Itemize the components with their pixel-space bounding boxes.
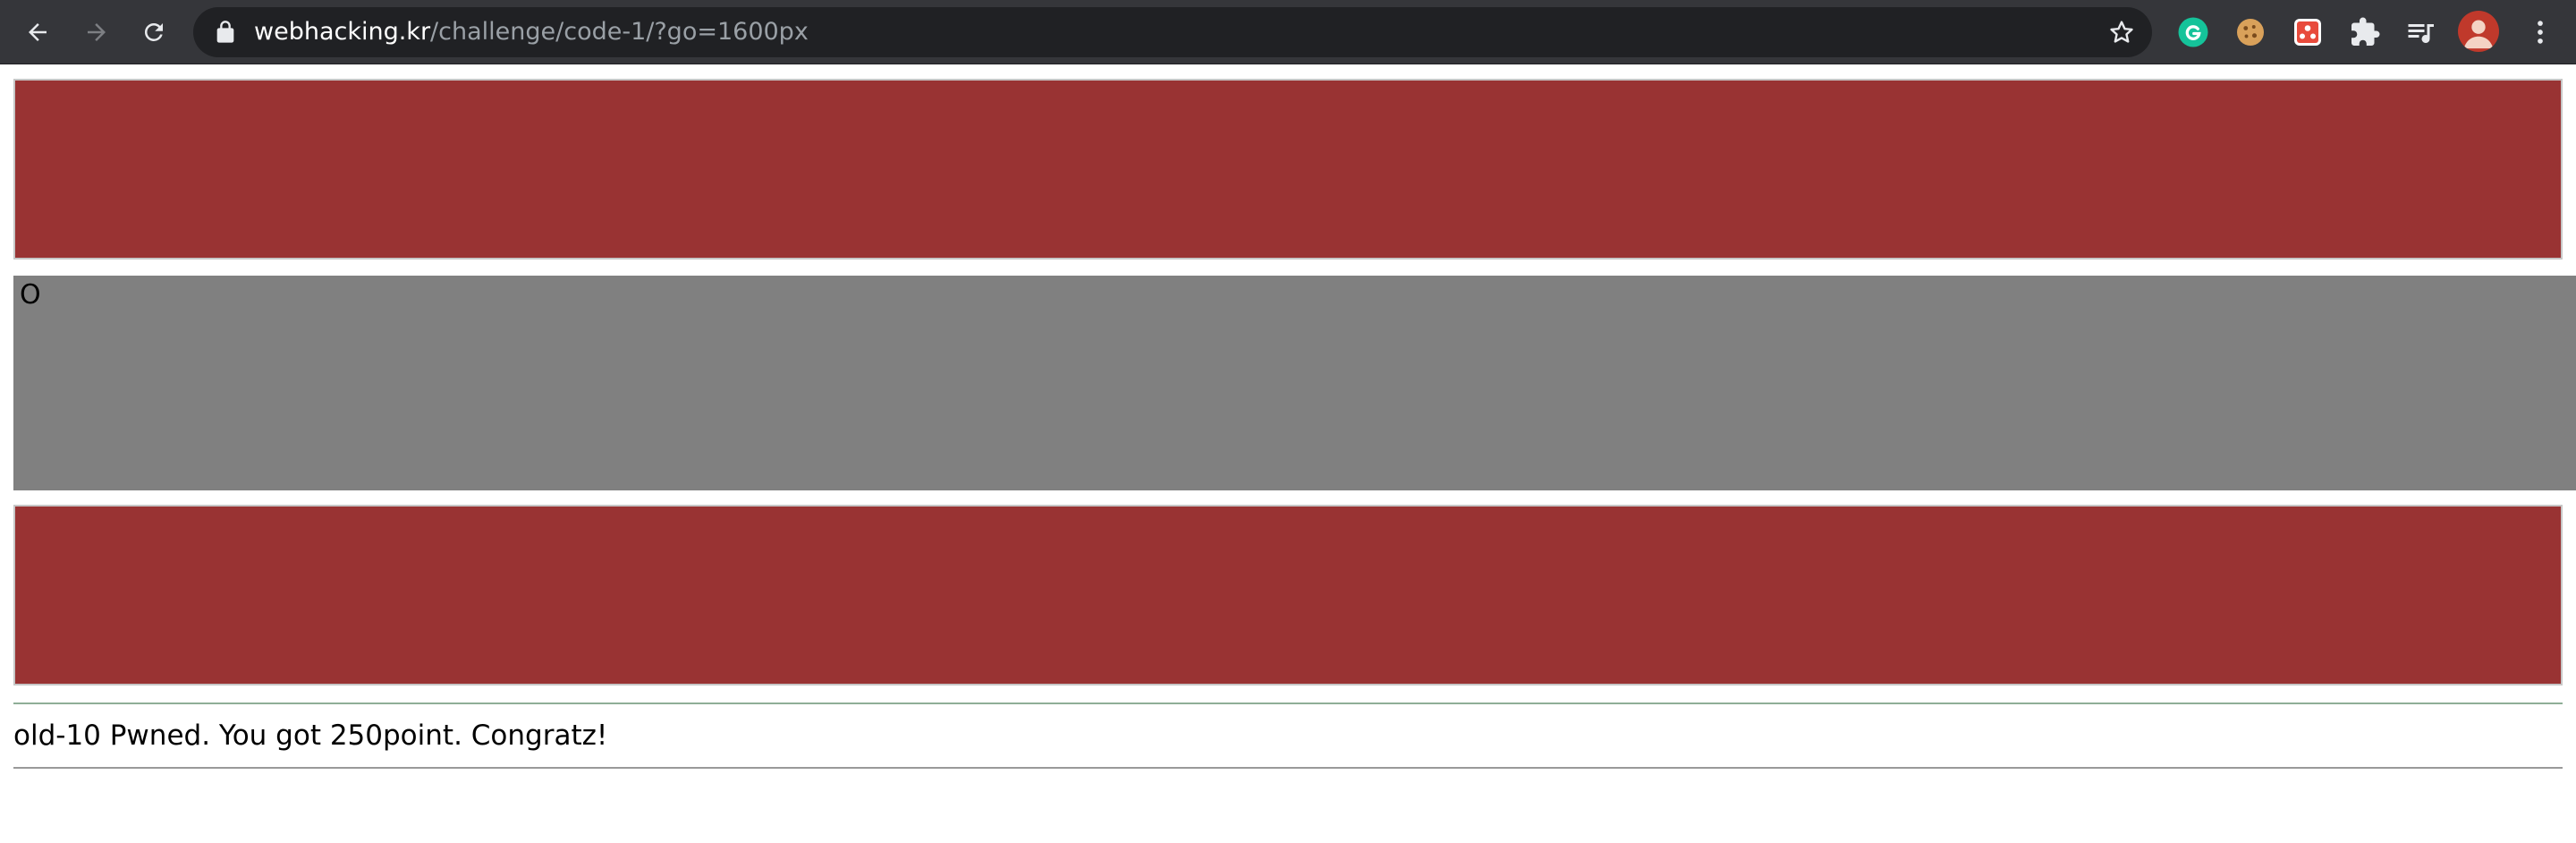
red-extension[interactable] [2290, 14, 2326, 50]
grammarly-extension[interactable] [2175, 14, 2211, 50]
divider-bottom [13, 767, 2563, 769]
menu-icon [2538, 21, 2543, 44]
back-button[interactable] [18, 13, 57, 52]
address-bar[interactable]: webhacking.kr/challenge/code-1/?go=1600p… [193, 7, 2152, 57]
runner-link[interactable]: O [20, 279, 41, 311]
profile-icon [2463, 20, 2494, 49]
puzzle-icon [2351, 17, 2380, 46]
media-control-button[interactable] [2402, 14, 2438, 50]
avatar[interactable] [2458, 11, 2499, 52]
divider-top [13, 702, 2563, 704]
page-content: O old-10 Pwned. You got 250point. Congra… [0, 64, 2576, 843]
forward-button[interactable] [77, 13, 116, 52]
browser-toolbar: webhacking.kr/challenge/code-1/?go=1600p… [0, 0, 2576, 64]
url-host: webhacking.kr [254, 18, 431, 46]
race-track: O [13, 276, 2576, 490]
star-icon[interactable] [2107, 18, 2136, 47]
reload-icon [144, 22, 163, 41]
top-red-bar [13, 79, 2563, 260]
success-message: old-10 Pwned. You got 250point. Congratz… [13, 720, 608, 752]
cookie-extension[interactable] [2233, 14, 2268, 50]
reload-button[interactable] [134, 13, 174, 52]
url-text[interactable]: webhacking.kr/challenge/code-1/?go=1600p… [254, 7, 809, 57]
cookie-icon [2237, 19, 2264, 46]
forward-icon [88, 23, 106, 41]
extensions-button[interactable] [2347, 14, 2383, 50]
media-queue-icon [2408, 24, 2434, 43]
bottom-red-bar [13, 505, 2563, 685]
back-icon [29, 23, 47, 41]
url-path: /challenge/code-1/?go=1600px [430, 18, 809, 46]
grammarly-icon [2178, 17, 2208, 47]
lock-icon[interactable] [213, 20, 238, 45]
browser-menu-button[interactable] [2522, 14, 2558, 50]
extension-icon [2294, 19, 2321, 46]
